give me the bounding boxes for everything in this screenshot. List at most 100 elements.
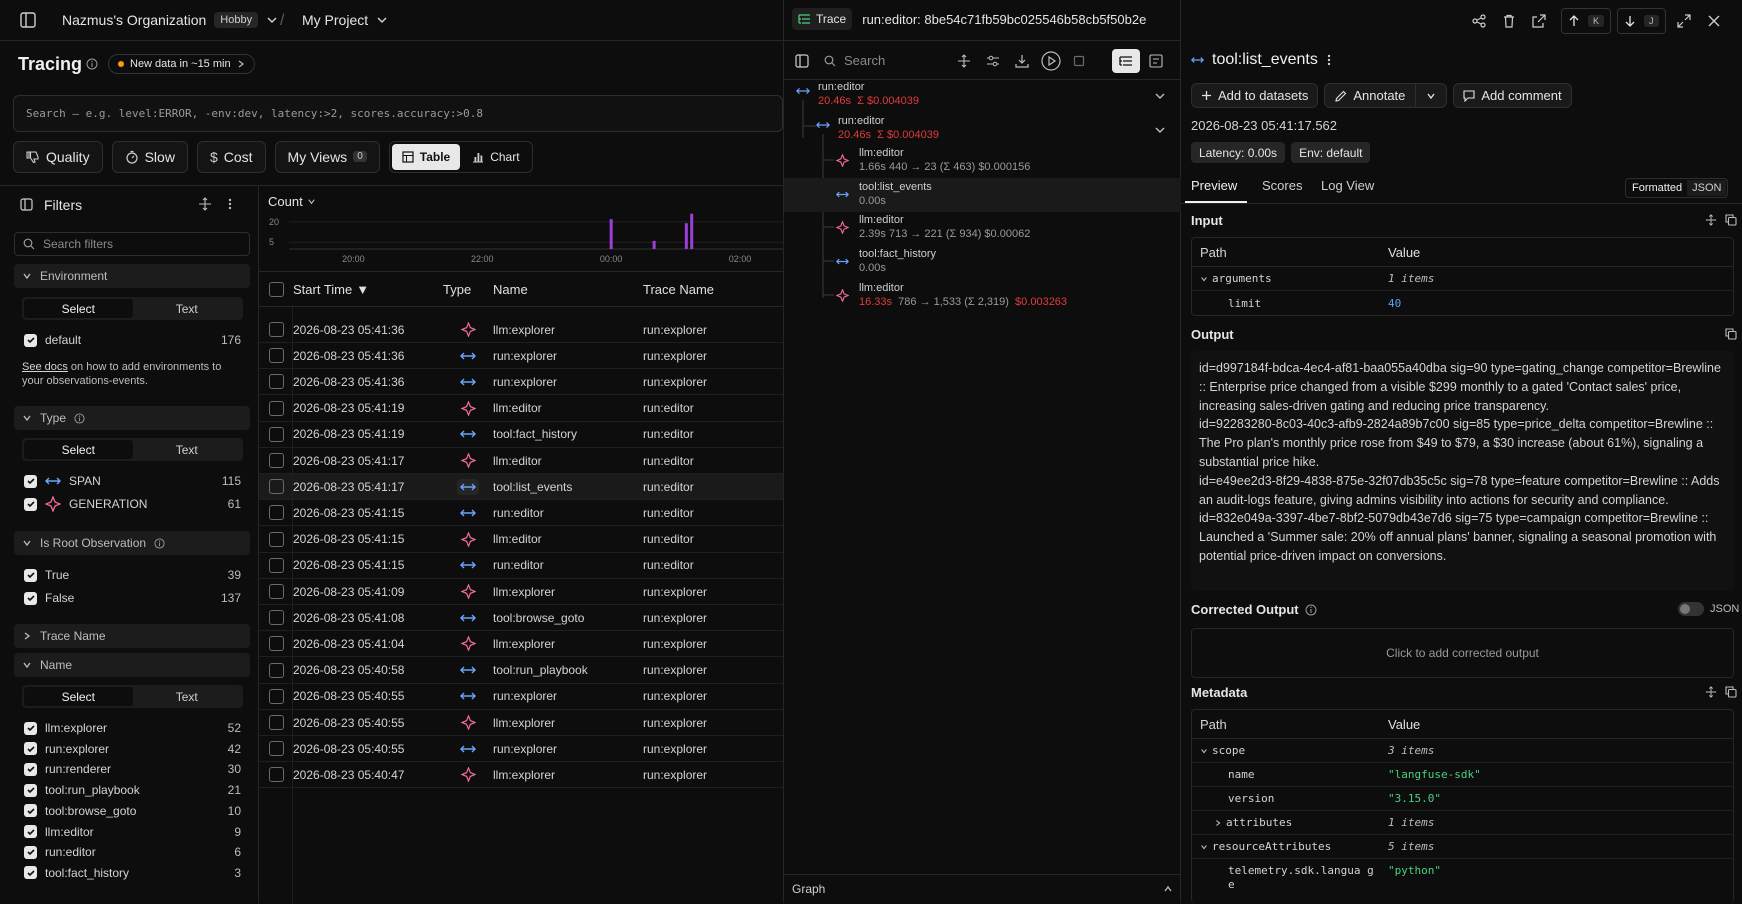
section-name[interactable]: Name: [14, 653, 250, 677]
row-checkbox[interactable]: [269, 322, 284, 337]
previous-button[interactable]: K: [1561, 8, 1612, 34]
annotate-button[interactable]: Annotate: [1325, 84, 1417, 107]
filter-item[interactable]: tool:fact_history 3: [24, 864, 241, 882]
checkbox-checked-icon[interactable]: [24, 474, 37, 488]
select-mode-button[interactable]: Select: [24, 299, 133, 318]
share-icon[interactable]: [1467, 9, 1491, 33]
graph-section[interactable]: Graph: [784, 874, 1181, 903]
row-checkbox[interactable]: [269, 662, 284, 678]
filter-item[interactable]: run:renderer 30: [24, 760, 241, 778]
section-type[interactable]: Type: [14, 406, 250, 430]
checkbox-checked-icon[interactable]: [24, 762, 37, 776]
trace-node[interactable]: llm:editor 2.39s 713 → 221 (Σ 934) $0.000…: [784, 211, 1181, 245]
slow-button[interactable]: Slow: [111, 140, 188, 173]
chevron-down-icon[interactable]: [1154, 124, 1166, 136]
panel-toggle-icon[interactable]: [795, 54, 809, 68]
play-icon[interactable]: [1041, 51, 1061, 71]
checkbox-checked-icon[interactable]: [24, 783, 37, 797]
checkbox-checked-icon[interactable]: [24, 825, 37, 838]
tab-scores[interactable]: Scores: [1262, 178, 1302, 193]
table-row[interactable]: 2026-08-23 05:41:19 tool:fact_history run:…: [259, 422, 783, 448]
corrected-json-switch[interactable]: JSON: [1678, 602, 1739, 616]
corrected-output-input[interactable]: Click to add corrected output: [1191, 628, 1734, 678]
filter-item[interactable]: False 137: [24, 589, 241, 607]
table-row[interactable]: 2026-08-23 05:41:09 llm:explorer run:explo…: [259, 579, 783, 605]
row-checkbox[interactable]: [269, 688, 284, 704]
filter-item[interactable]: default 176: [24, 331, 241, 349]
table-row[interactable]: 2026-08-23 05:40:55 llm:explorer run:explo…: [259, 710, 783, 736]
quality-button[interactable]: Quality: [13, 140, 103, 173]
row-checkbox[interactable]: [269, 400, 284, 416]
chart-metric-select[interactable]: Count: [268, 194, 316, 209]
section-environment[interactable]: Environment: [14, 264, 250, 288]
info-icon[interactable]: [154, 537, 165, 549]
table-row[interactable]: 2026-08-23 05:41:17 llm:editor run:editor: [259, 448, 783, 474]
chart-view-button[interactable]: Chart: [462, 144, 529, 170]
filter-item[interactable]: llm:explorer 52: [24, 719, 241, 737]
table-row[interactable]: 2026-08-23 05:40:58 tool:run_playbook run:…: [259, 658, 783, 684]
table-row[interactable]: 2026-08-23 05:41:36 run:explorer run:explo…: [259, 369, 783, 396]
project-switcher[interactable]: My Project: [302, 12, 388, 28]
copy-icon[interactable]: [1725, 214, 1737, 226]
docs-link[interactable]: See docs: [22, 361, 68, 373]
row-checkbox[interactable]: [269, 610, 284, 626]
settings-sliders-icon[interactable]: [986, 54, 1000, 68]
section-trace-name[interactable]: Trace Name: [14, 624, 250, 648]
select-mode-button[interactable]: Select: [24, 440, 133, 459]
row-checkbox[interactable]: [269, 348, 284, 364]
histogram-bar[interactable]: [609, 219, 613, 249]
table-row[interactable]: 2026-08-23 05:41:15 run:editor run:editor: [259, 500, 783, 527]
checkbox-checked-icon[interactable]: [24, 591, 37, 605]
checkbox-checked-icon[interactable]: [24, 845, 37, 859]
row-checkbox[interactable]: [269, 505, 284, 521]
filter-item[interactable]: run:explorer 42: [24, 740, 241, 758]
trace-node[interactable]: llm:editor 1.66s 440 → 23 (Σ 463) $0.0001…: [784, 144, 1181, 178]
tab-log-view[interactable]: Log View: [1321, 178, 1374, 193]
expand-icon[interactable]: [198, 197, 212, 211]
histogram-bar[interactable]: [684, 223, 688, 249]
table-row[interactable]: 2026-08-23 05:40:55 run:explorer run:explo…: [259, 736, 783, 763]
formatted-toggle[interactable]: Formatted: [1627, 180, 1688, 196]
chevron-down-icon[interactable]: [1154, 90, 1166, 102]
row-checkbox[interactable]: [269, 715, 284, 730]
next-button[interactable]: J: [1617, 8, 1666, 34]
table-row[interactable]: 2026-08-23 05:41:04 llm:explorer run:explo…: [259, 631, 783, 658]
col-name[interactable]: Name: [493, 282, 643, 297]
checkbox-checked-icon[interactable]: [24, 866, 37, 880]
add-to-datasets-button[interactable]: Add to datasets: [1191, 83, 1319, 108]
expand-icon[interactable]: [1705, 214, 1717, 226]
crosshair-icon[interactable]: [957, 54, 971, 68]
checkbox-checked-icon[interactable]: [24, 497, 37, 511]
json-row[interactable]: name "langfuse-sdk": [1192, 763, 1733, 787]
trace-node[interactable]: run:editor 20.46s Σ $0.004039: [784, 114, 1181, 146]
info-icon[interactable]: [74, 412, 85, 424]
select-all-checkbox[interactable]: [269, 281, 284, 297]
new-data-badge[interactable]: New data in ~15 min: [108, 54, 255, 74]
checkbox-checked-icon[interactable]: [24, 804, 37, 818]
json-row[interactable]: attributes 1 items: [1192, 811, 1733, 835]
trace-node[interactable]: tool:fact_history 0.00s: [784, 245, 1181, 279]
table-row[interactable]: 2026-08-23 05:41:17 tool:list_events run:e…: [259, 474, 783, 501]
row-checkbox[interactable]: [269, 767, 284, 783]
table-row[interactable]: 2026-08-23 05:40:47 llm:explorer run:explo…: [259, 762, 783, 789]
trash-icon[interactable]: [1497, 9, 1521, 33]
row-checkbox[interactable]: [269, 557, 284, 573]
table-row[interactable]: 2026-08-23 05:41:36 run:explorer run:explo…: [259, 343, 783, 370]
json-row[interactable]: arguments 1 items: [1192, 267, 1733, 291]
org-switcher[interactable]: Nazmus's Organization Hobby: [62, 12, 278, 28]
filter-item[interactable]: GENERATION 61: [24, 495, 241, 513]
filter-item[interactable]: run:editor 6: [24, 843, 241, 861]
json-row[interactable]: limit 40: [1192, 291, 1733, 315]
row-checkbox[interactable]: [269, 453, 284, 468]
row-checkbox[interactable]: [269, 374, 284, 390]
more-vertical-icon[interactable]: [1326, 53, 1332, 67]
col-start-time[interactable]: Start Time ▼: [293, 282, 443, 297]
table-row[interactable]: 2026-08-23 05:41:19 llm:editor run:editor: [259, 396, 783, 422]
add-comment-button[interactable]: Add comment: [1453, 83, 1572, 108]
table-row[interactable]: 2026-08-23 05:41:15 run:editor run:editor: [259, 553, 783, 579]
table-row[interactable]: 2026-08-23 05:41:36 llm:explorer run:explo…: [259, 317, 783, 343]
checkbox-checked-icon[interactable]: [24, 742, 37, 756]
stop-icon[interactable]: [1073, 55, 1085, 67]
search-input[interactable]: Search — e.g. level:ERROR, -env:dev, lat…: [13, 95, 783, 132]
filter-item[interactable]: tool:run_playbook 21: [24, 781, 241, 799]
